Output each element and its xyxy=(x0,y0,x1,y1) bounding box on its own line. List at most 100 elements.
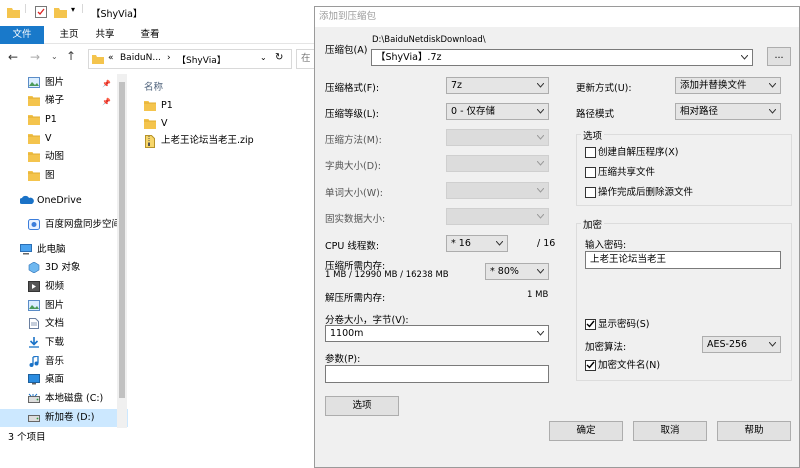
breadcrumb-current[interactable]: 【ShyVia】 xyxy=(177,53,226,66)
browse-button[interactable]: ... xyxy=(767,47,791,66)
breadcrumb-baidu[interactable]: BaiduN... xyxy=(120,53,161,63)
address-dropdown-icon[interactable]: ⌄ xyxy=(260,53,267,62)
nav-item[interactable]: 梯子 📌 xyxy=(0,92,128,110)
chevron-down-icon xyxy=(537,135,544,140)
column-header-name[interactable]: 名称 xyxy=(144,79,163,93)
search-input[interactable]: 在 xyxy=(296,49,316,69)
level-label: 压缩等级(L): xyxy=(325,109,379,120)
address-bar[interactable]: « BaiduN... › 【ShyVia】 ⌄ ↻ xyxy=(88,49,292,69)
nav-item[interactable]: 百度网盘同步空间 xyxy=(0,216,128,234)
nav-item[interactable]: 本地磁盘 (C:) xyxy=(0,390,128,408)
encryption-group-label: 加密 xyxy=(581,217,605,231)
chevron-down-icon xyxy=(537,109,544,114)
add-to-archive-dialog: 添加到压缩包 压缩包(A) D:\BaiduNetdiskDownload\ 【… xyxy=(314,6,800,468)
solid-block-label: 固实数据大小: xyxy=(325,214,386,225)
file-name: P1 xyxy=(161,100,173,111)
tab-file[interactable]: 文件 xyxy=(0,26,44,44)
chevron-down-icon xyxy=(537,214,544,219)
up-arrow-icon[interactable]: ↑ xyxy=(66,49,76,63)
tab-share[interactable]: 共享 xyxy=(88,26,122,44)
nav-item[interactable]: 图 xyxy=(0,167,128,185)
quick-access-dropdown-icon[interactable]: ▾ xyxy=(71,5,75,14)
level-select[interactable]: 0 - 仅存储 xyxy=(446,103,549,120)
videos-icon xyxy=(28,281,40,292)
recent-locations-icon[interactable]: ⌄ xyxy=(51,52,58,61)
nav-item[interactable]: 此电脑 xyxy=(0,241,128,259)
folder-icon xyxy=(7,8,20,18)
update-mode-select[interactable]: 添加并替换文件 xyxy=(675,77,781,94)
tab-view[interactable]: 查看 xyxy=(133,26,167,44)
password-input[interactable]: 上老王论坛当老王 xyxy=(585,251,781,269)
folder-icon xyxy=(144,118,156,129)
memory-decompress-value: 1 MB xyxy=(527,290,549,300)
path-mode-value: 相对路径 xyxy=(680,106,719,117)
solid-block-select xyxy=(446,208,549,225)
chevron-down-icon xyxy=(769,109,776,114)
breadcrumb-overflow[interactable]: « xyxy=(108,53,114,63)
cancel-button[interactable]: 取消 xyxy=(633,421,707,441)
method-label: 压缩方法(M): xyxy=(325,135,382,146)
update-mode-label: 更新方式(U): xyxy=(576,83,632,94)
nav-item[interactable]: 文档 xyxy=(0,315,128,333)
nav-item-label: 动图 xyxy=(45,151,65,162)
memory-percent-select[interactable]: * 80% xyxy=(485,263,549,280)
word-size-select xyxy=(446,182,549,199)
nav-item[interactable]: 图片 📌 xyxy=(0,74,128,92)
pictures-icon xyxy=(28,77,40,88)
nav-item-label: 百度网盘同步空间 xyxy=(45,219,122,230)
archive-directory: D:\BaiduNetdiskDownload\ xyxy=(372,35,486,45)
format-select[interactable]: 7z xyxy=(446,77,549,94)
ribbon-tabs: 文件 主页 共享 查看 xyxy=(0,26,316,44)
breadcrumb-separator[interactable]: › xyxy=(167,53,171,63)
nav-scrollbar-thumb[interactable] xyxy=(119,82,125,398)
word-size-label: 单词大小(W): xyxy=(325,188,384,199)
help-button[interactable]: 帮助 xyxy=(717,421,791,441)
nav-item-label: 图 xyxy=(45,170,55,181)
memory-compress-value: 1 MB / 12990 MB / 16238 MB xyxy=(325,270,449,280)
dictionary-label: 字典大小(D): xyxy=(325,161,381,172)
chevron-down-icon xyxy=(741,55,748,60)
threads-label: CPU 线程数: xyxy=(325,241,380,252)
nav-item[interactable]: 3D 对象 xyxy=(0,259,128,277)
forward-arrow-icon[interactable]: → xyxy=(30,50,40,64)
nav-item[interactable]: 动图 xyxy=(0,148,128,166)
tab-home[interactable]: 主页 xyxy=(52,26,86,44)
archive-label: 压缩包(A) xyxy=(325,45,368,56)
nav-item[interactable]: P1 xyxy=(0,111,128,129)
nav-item-label: 图片 xyxy=(45,77,65,88)
pin-icon: 📌 xyxy=(102,98,111,106)
new-folder-icon[interactable] xyxy=(54,7,67,18)
split-size-combobox[interactable]: 1100m xyxy=(325,325,549,342)
3d-objects-icon xyxy=(28,262,40,273)
nav-item[interactable]: 音乐 xyxy=(0,353,128,371)
archive-name-value: 【ShyVia】.7z xyxy=(376,52,442,63)
options-button[interactable]: 选项 xyxy=(325,396,399,416)
encryption-method-select[interactable]: AES-256 xyxy=(702,336,781,353)
file-name: 上老王论坛当老王.zip xyxy=(161,135,254,146)
chevron-down-icon xyxy=(496,241,503,246)
properties-icon[interactable] xyxy=(35,6,47,18)
checkmark-icon xyxy=(586,320,595,328)
file-name: V xyxy=(161,118,168,129)
back-arrow-icon[interactable]: ← xyxy=(8,50,18,64)
status-bar: 3 个项目 xyxy=(0,428,316,448)
nav-item[interactable]: 新加卷 (D:) xyxy=(0,409,128,427)
path-mode-select[interactable]: 相对路径 xyxy=(675,103,781,120)
nav-item[interactable]: OneDrive xyxy=(0,192,128,210)
threads-select[interactable]: * 16 xyxy=(446,235,508,252)
nav-item[interactable]: 桌面 xyxy=(0,371,128,389)
nav-item[interactable]: 图片 xyxy=(0,297,128,315)
folder-icon xyxy=(28,133,40,144)
nav-item[interactable]: 下载 xyxy=(0,334,128,352)
parameters-input[interactable] xyxy=(325,365,549,383)
memory-percent-value: * 80% xyxy=(490,266,519,277)
refresh-icon[interactable]: ↻ xyxy=(275,52,283,63)
nav-item[interactable]: 视频 xyxy=(0,278,128,296)
ok-button[interactable]: 确定 xyxy=(549,421,623,441)
nav-item-label: 3D 对象 xyxy=(45,262,81,273)
format-value: 7z xyxy=(451,80,463,91)
archive-name-combobox[interactable]: 【ShyVia】.7z xyxy=(371,49,753,66)
nav-item[interactable]: V xyxy=(0,130,128,148)
navigation-pane: 图片 📌 梯子 📌 P1 V 动图图 OneDrive 百度网盘同步空间 此电脑 3D 对象 视频 图片… xyxy=(0,74,128,428)
pictures-icon xyxy=(28,300,40,311)
